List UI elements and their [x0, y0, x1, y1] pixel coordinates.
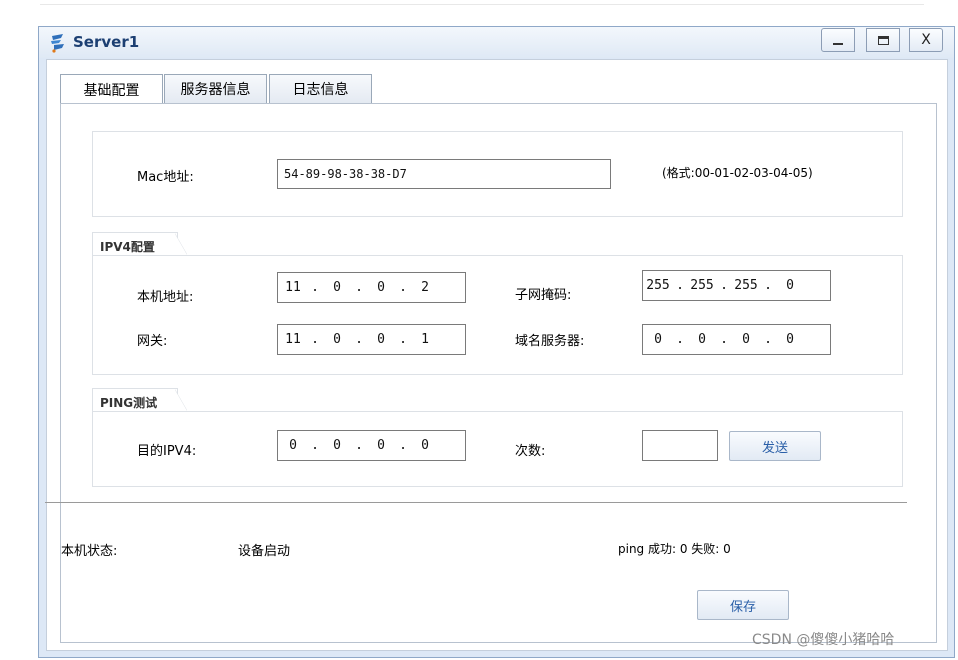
- ip-dot: .: [311, 280, 319, 295]
- ip-dot: .: [720, 332, 728, 347]
- ipv4-group-title: IPV4配置: [92, 232, 187, 256]
- ip-octet: 2: [421, 280, 429, 295]
- minimize-icon: [833, 43, 843, 45]
- minimize-button[interactable]: [821, 28, 855, 52]
- subnet-mask-input[interactable]: 255. 255. 255. 0: [642, 270, 831, 301]
- tab-log-info[interactable]: 日志信息: [269, 74, 372, 103]
- ip-octet: 0: [421, 438, 429, 453]
- ping-count-label: 次数:: [515, 444, 546, 459]
- ip-octet: 11: [285, 332, 301, 347]
- ping-result: ping 成功: 0 失败: 0: [618, 542, 731, 556]
- title-bar[interactable]: Server1 X: [39, 27, 954, 58]
- local-address-label: 本机地址:: [137, 290, 194, 305]
- ip-dot: .: [311, 438, 319, 453]
- mac-address-input[interactable]: 54-89-98-38-38-D7: [277, 159, 611, 189]
- maximize-icon: [877, 35, 889, 45]
- ip-dot: .: [720, 278, 728, 293]
- ip-octet: 255: [734, 278, 758, 293]
- window-title: Server1: [73, 33, 140, 51]
- ip-octet: 1: [421, 332, 429, 347]
- server-app-icon: [51, 34, 64, 53]
- maximize-button[interactable]: [866, 28, 900, 52]
- page-divider: [40, 4, 924, 5]
- device-status-value: 设备启动: [238, 544, 291, 559]
- ping-dest-label: 目的IPV4:: [137, 444, 197, 459]
- window-client-area: 基础配置 服务器信息 日志信息 Mac地址: 54-89-98-38-38-D7…: [46, 59, 948, 651]
- ip-dot: .: [676, 332, 684, 347]
- ping-group-title: PING测试: [92, 388, 187, 412]
- ip-octet: 11: [285, 280, 301, 295]
- ip-octet: 0: [289, 438, 297, 453]
- gateway-label: 网关:: [137, 334, 168, 349]
- local-address-input[interactable]: 11. 0. 0. 2: [277, 272, 466, 303]
- ip-octet: 0: [377, 332, 385, 347]
- ip-dot: .: [764, 278, 772, 293]
- dns-label: 域名服务器:: [515, 334, 585, 349]
- ip-octet: 0: [333, 332, 341, 347]
- status-divider: [45, 502, 907, 503]
- ping-count-input[interactable]: [642, 430, 718, 461]
- ip-dot: .: [399, 332, 407, 347]
- watermark-text: CSDN @傻傻小猪哈哈: [752, 632, 895, 648]
- save-button[interactable]: 保存: [697, 590, 789, 620]
- tab-basic-config[interactable]: 基础配置: [60, 74, 163, 104]
- ip-dot: .: [311, 332, 319, 347]
- ip-dot: .: [355, 438, 363, 453]
- ip-dot: .: [355, 332, 363, 347]
- ip-dot: .: [399, 280, 407, 295]
- ip-octet: 0: [377, 280, 385, 295]
- device-status-label: 本机状态:: [61, 544, 118, 559]
- basic-config-panel: Mac地址: 54-89-98-38-38-D7 (格式:00-01-02-03…: [60, 103, 937, 643]
- ip-octet: 0: [742, 332, 750, 347]
- ip-dot: .: [764, 332, 772, 347]
- mac-label: Mac地址:: [137, 170, 194, 185]
- ipv4-group: 本机地址: 11. 0. 0. 2 子网掩码: 255. 255. 255. 0…: [92, 255, 903, 375]
- send-button[interactable]: 发送: [729, 431, 821, 461]
- ip-octet: 0: [377, 438, 385, 453]
- ip-octet: 0: [333, 280, 341, 295]
- server-config-window: Server1 X 基础配置 服务器信息 日志信息 Mac地址: 54-89-9…: [38, 26, 955, 658]
- ip-dot: .: [355, 280, 363, 295]
- ip-octet: 0: [698, 332, 706, 347]
- ip-octet: 255: [690, 278, 714, 293]
- ping-group: 目的IPV4: 0. 0. 0. 0 次数: 发送: [92, 411, 903, 487]
- subnet-mask-label: 子网掩码:: [515, 288, 572, 303]
- dns-server-input[interactable]: 0. 0. 0. 0: [642, 324, 831, 355]
- gateway-input[interactable]: 11. 0. 0. 1: [277, 324, 466, 355]
- ip-dot: .: [399, 438, 407, 453]
- ip-octet: 0: [786, 278, 794, 293]
- tab-server-info[interactable]: 服务器信息: [164, 74, 267, 103]
- ping-dest-input[interactable]: 0. 0. 0. 0: [277, 430, 466, 461]
- mac-format-hint: (格式:00-01-02-03-04-05): [662, 166, 813, 180]
- ip-octet: 0: [654, 332, 662, 347]
- ip-octet: 0: [786, 332, 794, 347]
- ip-octet: 0: [333, 438, 341, 453]
- ip-dot: .: [676, 278, 684, 293]
- close-button[interactable]: X: [909, 28, 943, 52]
- mac-group: Mac地址: 54-89-98-38-38-D7 (格式:00-01-02-03…: [92, 131, 903, 217]
- ip-octet: 255: [646, 278, 670, 293]
